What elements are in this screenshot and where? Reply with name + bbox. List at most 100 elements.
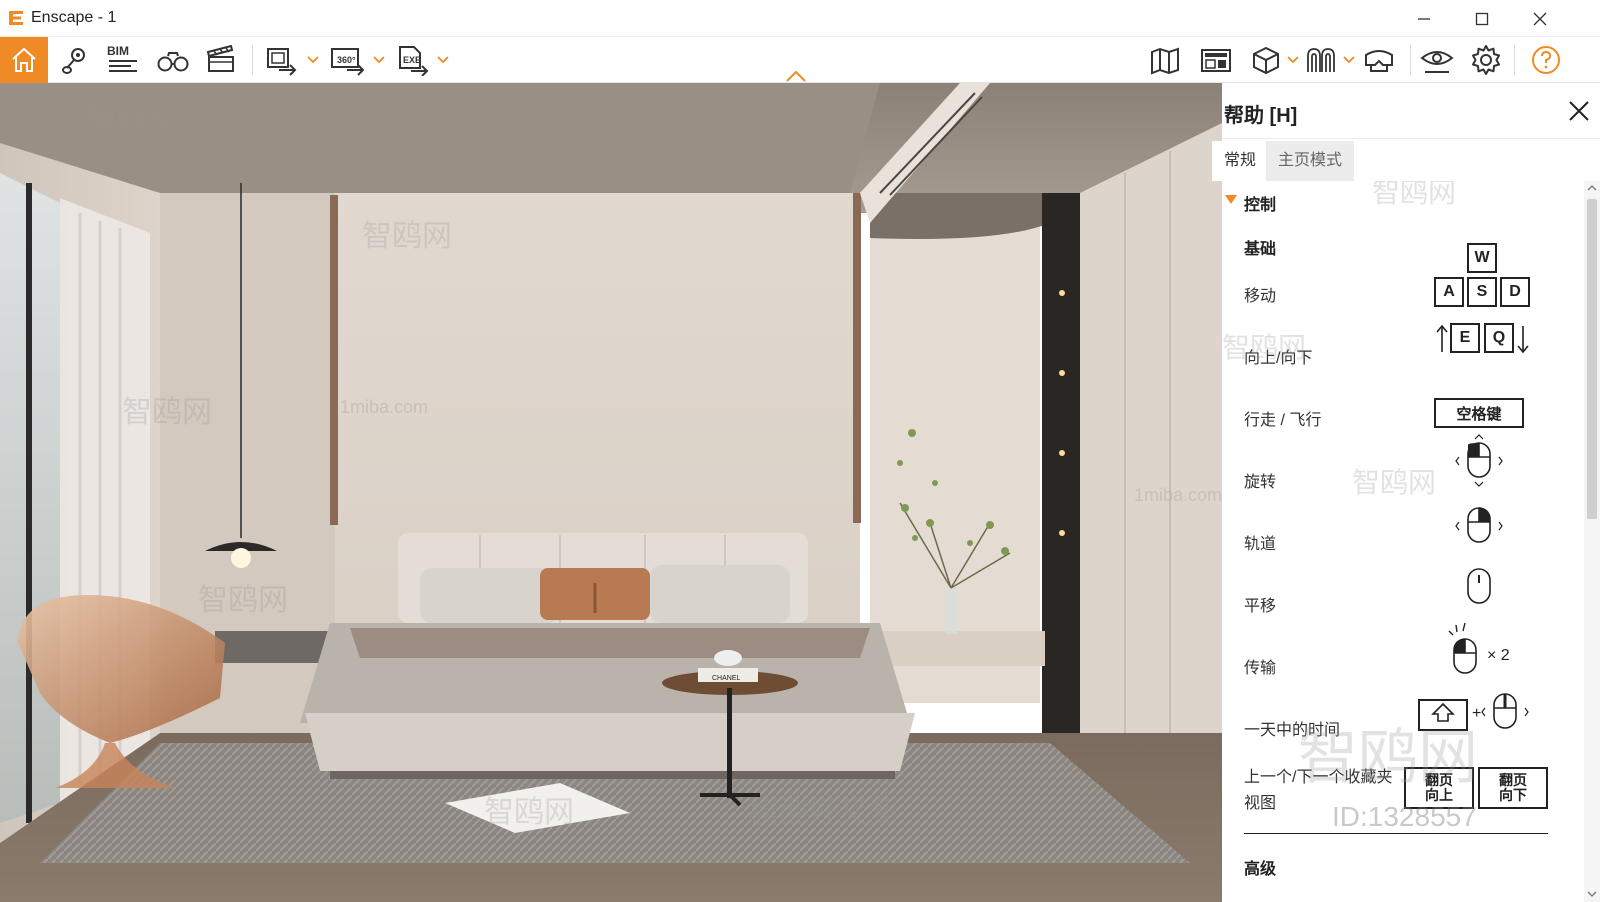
arrow-down-icon (1517, 326, 1529, 354)
title-bar: Enscape - 1 (0, 0, 1600, 37)
section-controls: 控制 (1244, 197, 1277, 214)
key-q: Q (1484, 323, 1514, 353)
double-click-count: × 2 (1487, 647, 1510, 664)
walk-fly-label: 行走 / 飞行 (1244, 412, 1322, 429)
toolbar-separator (252, 45, 253, 75)
chevron-down-icon (1343, 56, 1355, 64)
views-button[interactable] (54, 37, 96, 83)
exe-label: EXE (403, 55, 422, 65)
help-scrollbar[interactable] (1584, 181, 1600, 902)
chevron-down-icon (373, 56, 385, 64)
arrow-up-icon (1436, 324, 1448, 352)
scroll-up-icon[interactable] (1584, 182, 1600, 194)
cube-icon (1253, 46, 1279, 75)
exe-dropdown[interactable] (436, 37, 450, 83)
panorama-dropdown[interactable] (372, 37, 386, 83)
list-lines-icon (109, 60, 137, 72)
close-icon (1533, 12, 1547, 25)
toolbar-collapse-arrow-icon[interactable] (786, 70, 806, 82)
map-icon (1151, 47, 1179, 75)
key-e: E (1450, 323, 1480, 353)
eye-icon (1420, 51, 1454, 73)
maximize-icon (1475, 12, 1489, 25)
orbit-label: 轨道 (1244, 536, 1277, 553)
bedroom-render: CHANEL (0, 83, 1222, 902)
group-advanced: 高级 (1244, 861, 1277, 878)
asset-library-dropdown[interactable] (1286, 37, 1300, 83)
bim-button[interactable]: BIM (102, 37, 144, 83)
scroll-thumb[interactable] (1587, 199, 1597, 519)
mouse-rotate-icon (1455, 434, 1503, 487)
visual-settings-button[interactable] (1416, 37, 1458, 83)
binoculars-button[interactable] (152, 37, 194, 83)
minimize-button[interactable] (1400, 0, 1448, 37)
gear-icon (1472, 45, 1500, 75)
key-page-down: 翻页向下 (1478, 767, 1548, 809)
key-space: 空格键 (1434, 398, 1524, 428)
arches-icon (1307, 48, 1335, 72)
asset-library-button[interactable] (1248, 37, 1284, 83)
toolbar-separator (1410, 45, 1411, 75)
map-pin-icon (62, 48, 85, 74)
enscape-window: Enscape - 1 BIM 360° EXE CHANEL 智鸥网 1mib… (0, 0, 1600, 902)
tab-home-mode[interactable]: 主页模式 (1266, 141, 1355, 181)
book-label: CHANEL (712, 675, 741, 682)
screenshot-dropdown[interactable] (306, 37, 320, 83)
help-content: 控制 基础 移动 W A S D 向上/向下 E Q 行走 / 飞行 空格键 旋… (1222, 181, 1584, 902)
favorite-views-label: 上一个/下一个收藏夹视图 (1244, 769, 1393, 812)
maximize-button[interactable] (1458, 0, 1506, 37)
map-button[interactable] (1146, 37, 1186, 83)
material-dropdown[interactable] (1342, 37, 1356, 83)
key-d: D (1500, 277, 1530, 307)
help-header: 帮助 [H] (1222, 83, 1600, 139)
clapperboard-icon (206, 45, 234, 72)
key-shift (1418, 699, 1468, 731)
mouse-orbit-icon (1455, 507, 1503, 543)
render-viewport[interactable]: CHANEL 智鸥网 1miba.com 智鸥网 1miba.com 智鸥网 智… (0, 83, 1222, 902)
pano-label: 360° (337, 55, 356, 65)
mouse-scroll-icon (1481, 693, 1529, 729)
section-divider (1244, 833, 1548, 834)
vr-headset-button[interactable] (1358, 37, 1400, 83)
panel-button[interactable] (1196, 37, 1236, 83)
chevron-down-icon (307, 56, 319, 64)
expand-triangle-icon[interactable] (1225, 195, 1237, 205)
mouse-double-click-icon (1448, 622, 1477, 674)
screenshot-export-button[interactable] (262, 37, 302, 83)
close-window-button[interactable] (1516, 0, 1564, 37)
image-export-icon (267, 48, 297, 76)
tab-general[interactable]: 常规 (1212, 141, 1269, 181)
key-page-up: 翻页向上 (1404, 767, 1474, 809)
binoculars-icon (157, 52, 189, 72)
teleport-label: 传输 (1244, 660, 1277, 677)
watermark-brand: 智鸥网 (1372, 181, 1457, 208)
pan-label: 平移 (1244, 598, 1277, 615)
home-button[interactable] (0, 37, 48, 83)
up-down-label: 向上/向下 (1244, 350, 1313, 367)
mouse-pan-icon (1467, 568, 1491, 604)
help-title: 帮助 [H] (1224, 105, 1298, 127)
help-tabs: 常规 主页模式 (1212, 141, 1600, 181)
help-button[interactable] (1524, 37, 1568, 83)
video-editor-button[interactable] (200, 37, 242, 83)
window-panel-icon (1201, 49, 1231, 72)
exe-export-button[interactable]: EXE (394, 37, 434, 83)
key-w: W (1467, 243, 1497, 273)
material-editor-button[interactable] (1302, 37, 1340, 83)
move-label: 移动 (1244, 288, 1277, 305)
close-help-icon[interactable] (1567, 99, 1591, 123)
minimize-icon (1418, 17, 1430, 20)
panorama-export-button[interactable]: 360° (326, 37, 370, 83)
window-title: Enscape - 1 (31, 9, 117, 26)
key-s: S (1467, 277, 1497, 307)
shift-arrow-icon (1431, 702, 1455, 722)
chevron-down-icon (437, 56, 449, 64)
home-icon (12, 47, 36, 72)
group-basic: 基础 (1244, 241, 1277, 258)
chevron-down-icon (1287, 56, 1299, 64)
watermark-brand: 智鸥网 (1352, 467, 1437, 498)
scroll-down-icon[interactable] (1584, 888, 1600, 900)
settings-button[interactable] (1466, 37, 1506, 83)
help-question-icon (1532, 46, 1560, 74)
time-of-day-label: 一天中的时间 (1244, 722, 1341, 739)
